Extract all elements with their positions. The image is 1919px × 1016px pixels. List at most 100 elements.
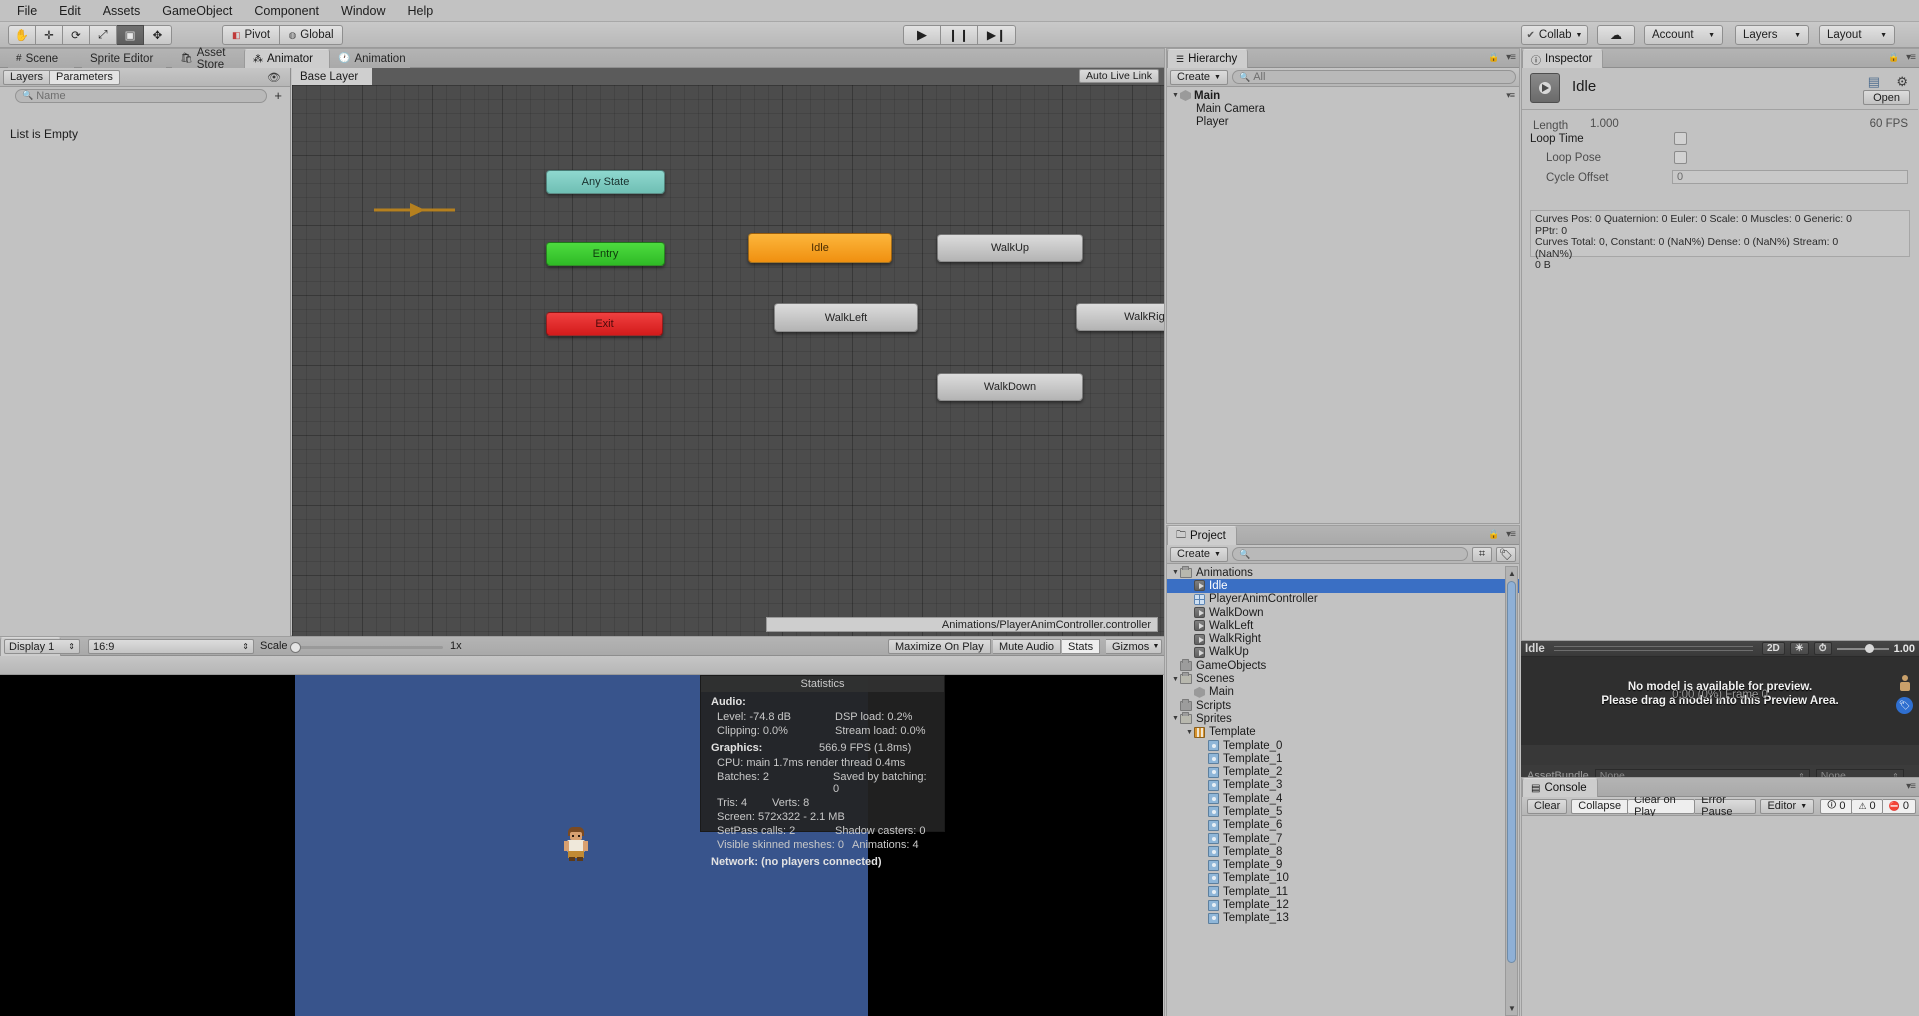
gizmos-button[interactable]: Gizmos (1106, 639, 1157, 654)
open-button[interactable]: Open (1863, 90, 1910, 105)
layout-button[interactable]: Layout ▼ (1819, 25, 1895, 45)
project-item-template_11[interactable]: ▼ Template_11 (1167, 885, 1519, 898)
tab-console[interactable]: ▤ Console (1522, 778, 1598, 797)
project-create-button[interactable]: Create ▼ (1170, 546, 1228, 562)
rect-tool-button[interactable]: ▣ (117, 25, 144, 45)
preview-2d-toggle[interactable]: 2D (1762, 642, 1785, 655)
step-button[interactable]: ▶❙ (978, 25, 1016, 45)
state-node-walkright[interactable]: WalkRight (1076, 303, 1164, 331)
project-item-template_1[interactable]: ▼ Template_1 (1167, 752, 1519, 765)
tab-hierarchy[interactable]: ☰ Hierarchy (1167, 49, 1249, 68)
chevron-down-icon[interactable]: ▼ (1171, 715, 1180, 722)
console-warn-count[interactable]: ⚠ 0 (1852, 798, 1883, 814)
project-scroll-thumb[interactable] (1507, 581, 1516, 963)
project-tree[interactable]: ▼ Animations ▼ Idle ▼ PlayerAnimController ▼ Wa… (1167, 564, 1519, 1014)
project-item-walkup[interactable]: ▼ WalkUp (1167, 646, 1519, 659)
project-item-playeranimcontroller[interactable]: ▼ PlayerAnimController (1167, 593, 1519, 606)
menu-item-edit[interactable]: Edit (48, 0, 92, 22)
collab-button[interactable]: ✔ Collab ▼ (1521, 25, 1588, 45)
base-layer-tab[interactable]: Base Layer (292, 68, 373, 85)
pivot-button[interactable]: ◧ Pivot (222, 25, 280, 45)
project-item-sprites[interactable]: ▼ Sprites (1167, 711, 1519, 725)
lock-icon[interactable]: 🔒 (1488, 52, 1499, 63)
scale-slider-handle[interactable] (290, 642, 301, 653)
project-item-main[interactable]: ▼ Main (1167, 686, 1519, 699)
lock-icon[interactable]: 🔒 (1888, 52, 1899, 63)
tab-asset-store[interactable]: 🛍 Asset Store (172, 47, 246, 71)
eye-icon[interactable]: 👁 (267, 71, 281, 84)
cloud-button[interactable]: ☁ (1597, 25, 1635, 45)
aspect-dropdown[interactable]: 16:9 ⇕ (88, 639, 254, 654)
console-clear-on-play-button[interactable]: Clear on Play (1628, 794, 1696, 818)
console-clear-button[interactable]: Clear (1527, 798, 1568, 814)
preview-body[interactable]: No model is available for preview. Pleas… (1521, 657, 1919, 745)
project-scrollbar[interactable]: ▲ ▼ (1505, 566, 1518, 1016)
stats-button[interactable]: Stats (1062, 639, 1101, 654)
project-item-template_0[interactable]: ▼ Template_0 (1167, 739, 1519, 752)
state-node-walkdown[interactable]: WalkDown (937, 373, 1083, 401)
loop-time-checkbox[interactable] (1674, 132, 1687, 145)
mute-audio-button[interactable]: Mute Audio (993, 639, 1062, 654)
menu-item-assets[interactable]: Assets (92, 0, 152, 22)
console-error-count[interactable]: ⛔ 0 (1882, 798, 1916, 814)
chevron-down-icon[interactable]: ▼ (1171, 92, 1180, 99)
menu-item-window[interactable]: Window (330, 0, 396, 22)
project-item-walkright[interactable]: ▼ WalkRight (1167, 632, 1519, 645)
inspector-panel-menu[interactable]: ▾≡ (1906, 52, 1916, 63)
project-item-walkdown[interactable]: ▼ WalkDown (1167, 606, 1519, 619)
parameter-search-input[interactable]: 🔍 Name (15, 88, 268, 103)
console-collapse-button[interactable]: Collapse (1571, 798, 1629, 814)
anim-speed-icon[interactable]: ⏱ (1813, 642, 1832, 655)
hierarchy-create-button[interactable]: Create ▼ (1170, 69, 1228, 85)
preview-speed-slider[interactable] (1836, 643, 1889, 653)
tab-layers[interactable]: Layers (3, 69, 51, 85)
tab-inspector[interactable]: ⓘ Inspector (1522, 49, 1604, 68)
pause-button[interactable]: ❙❙ (941, 25, 978, 45)
hierarchy-tree[interactable]: ▼Main▾≡▼Main Camera▼Player (1167, 87, 1519, 523)
hierarchy-scene-menu[interactable]: ▾≡ (1506, 90, 1515, 101)
project-item-walkleft[interactable]: ▼ WalkLeft (1167, 619, 1519, 632)
project-item-template_7[interactable]: ▼ Template_7 (1167, 832, 1519, 845)
state-node-walkup[interactable]: WalkUp (937, 234, 1083, 262)
chevron-down-icon[interactable]: ▼ (1171, 569, 1180, 576)
console-editor-dropdown[interactable]: Editor ▼ (1760, 798, 1815, 814)
project-item-animations[interactable]: ▼ Animations (1167, 565, 1519, 579)
tab-project[interactable]: 🗀 Project (1167, 526, 1237, 545)
layers-button[interactable]: Layers ▼ (1735, 25, 1809, 45)
project-item-template_13[interactable]: ▼ Template_13 (1167, 912, 1519, 925)
project-item-gameobjects[interactable]: ▼ GameObjects (1167, 658, 1519, 672)
project-item-scripts[interactable]: ▼ Scripts (1167, 698, 1519, 712)
tab-animator[interactable]: ⁂ Animator (244, 49, 330, 68)
hierarchy-panel-menu[interactable]: ▾≡ (1506, 52, 1516, 63)
scale-tool-button[interactable]: ⤢ (90, 25, 117, 45)
console-error-pause-button[interactable]: Error Pause (1695, 794, 1757, 818)
hierarchy-item-main-camera[interactable]: ▼Main Camera (1167, 102, 1519, 115)
project-item-idle[interactable]: ▼ Idle (1167, 579, 1519, 593)
account-button[interactable]: Account ▼ (1644, 25, 1723, 45)
tab-sprite-editor[interactable]: Sprite Editor (82, 49, 166, 68)
global-button[interactable]: ◍ Global (280, 25, 343, 45)
console-panel-menu[interactable]: ▾≡ (1906, 781, 1916, 792)
maximize-on-play-button[interactable]: Maximize On Play (888, 639, 991, 654)
gear-icon[interactable]: ⚙ (1896, 74, 1908, 90)
hand-tool-button[interactable]: ✋ (8, 25, 36, 45)
scale-slider-track[interactable] (295, 646, 443, 649)
project-item-template_12[interactable]: ▼ Template_12 (1167, 898, 1519, 911)
preset-icon[interactable]: ▤ (1868, 74, 1880, 90)
menu-item-help[interactable]: Help (396, 0, 444, 22)
cycle-offset-input[interactable]: 0 (1672, 170, 1908, 184)
project-item-template[interactable]: ▼ Template (1167, 726, 1519, 739)
hierarchy-item-player[interactable]: ▼Player (1167, 115, 1519, 128)
project-panel-menu[interactable]: ▾≡ (1506, 529, 1516, 540)
tab-parameters[interactable]: Parameters (50, 69, 120, 85)
lock-icon[interactable]: 🔒 (1488, 529, 1499, 540)
gizmos-dropdown-arrow[interactable]: ▼ (1151, 639, 1162, 654)
tab-animation[interactable]: 🕐 Animation (330, 49, 410, 68)
state-node-any-state[interactable]: Any State (546, 170, 665, 194)
console-log-area[interactable] (1522, 816, 1918, 1016)
scroll-down-arrow[interactable]: ▼ (1508, 1004, 1516, 1013)
project-item-template_2[interactable]: ▼ Template_2 (1167, 765, 1519, 778)
project-item-template_10[interactable]: ▼ Template_10 (1167, 872, 1519, 885)
rotate-tool-button[interactable]: ⟳ (63, 25, 90, 45)
project-search-input[interactable]: 🔍 (1231, 547, 1468, 561)
